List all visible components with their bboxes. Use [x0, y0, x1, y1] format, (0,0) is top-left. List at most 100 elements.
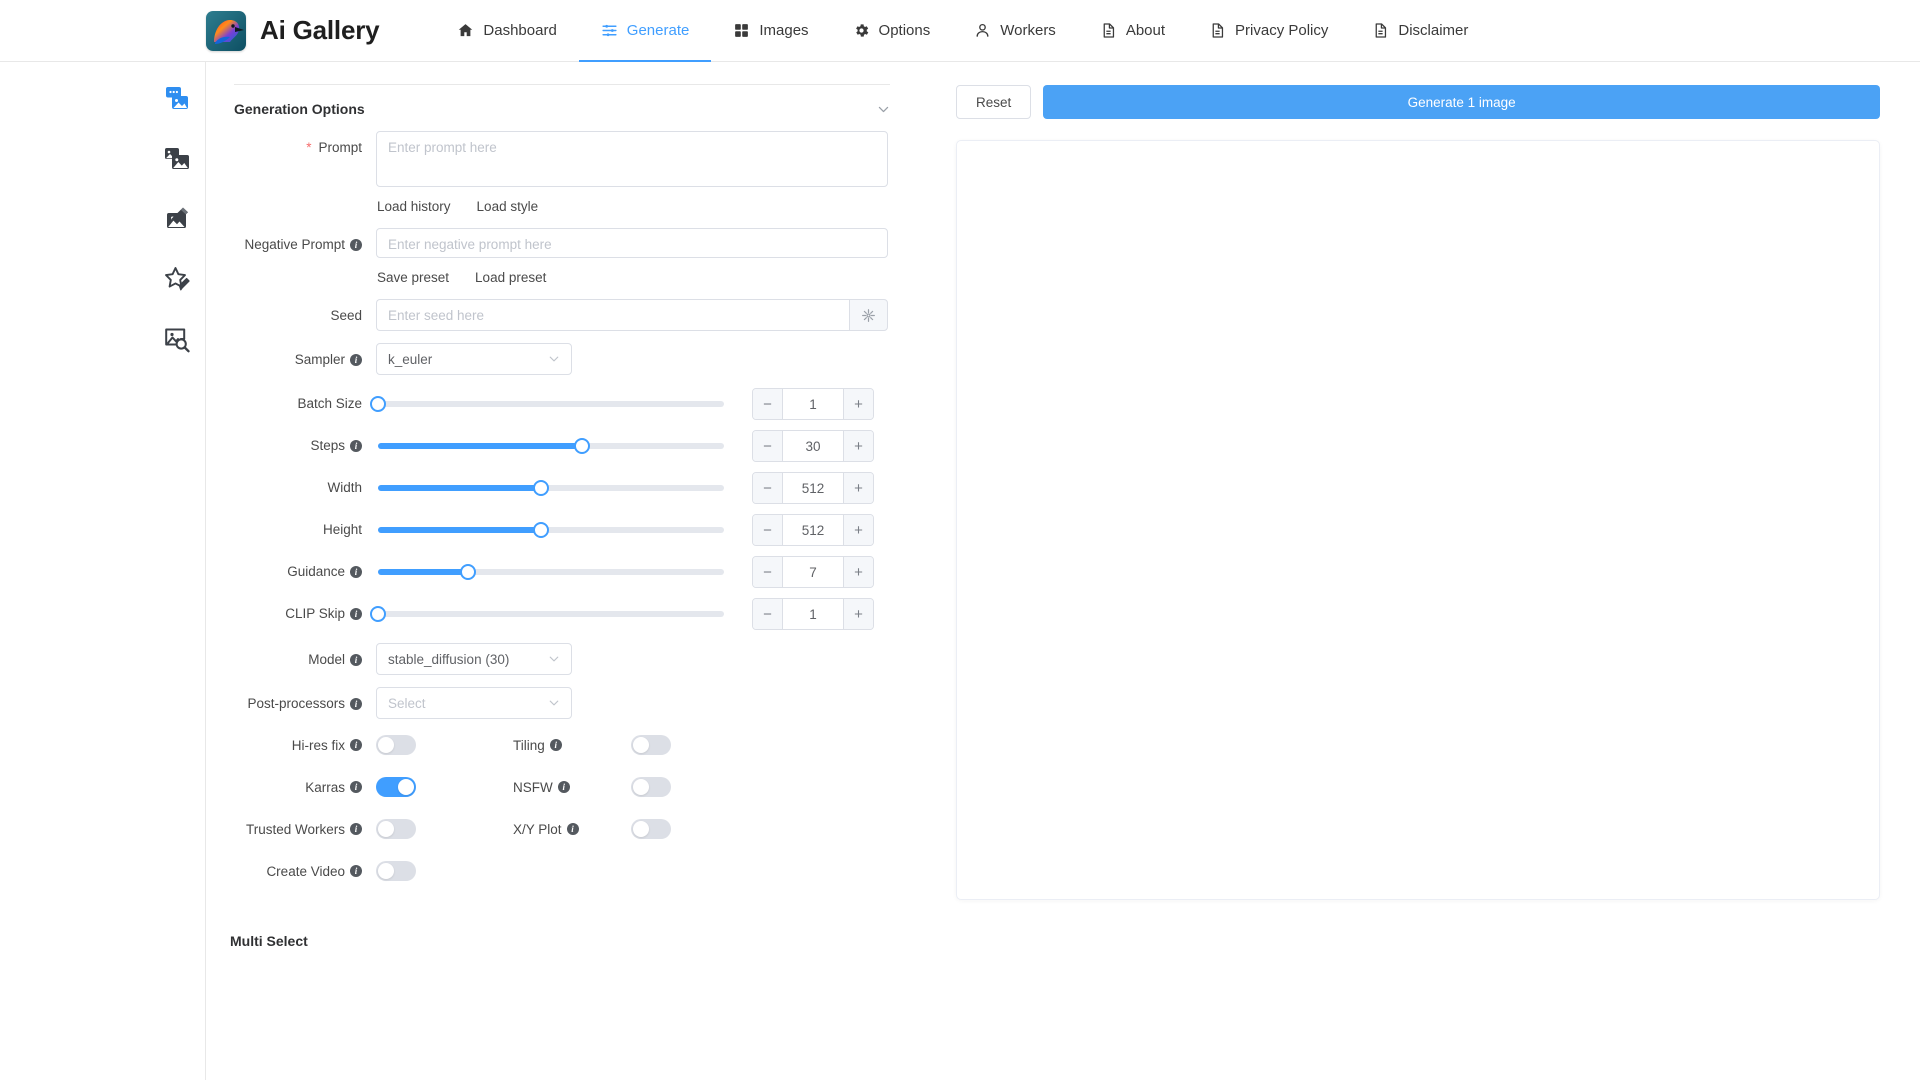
stacked-images-icon [164, 148, 189, 169]
info-icon[interactable]: i [350, 865, 362, 877]
sidebar-item-image-to-image[interactable] [160, 142, 194, 176]
prompt-input[interactable] [376, 131, 888, 187]
slider[interactable] [378, 471, 724, 505]
brand[interactable]: Ai Gallery [206, 10, 380, 51]
save-preset-button[interactable]: Save preset [377, 270, 449, 285]
negative-prompt-actions: Save preset Load preset [376, 270, 896, 285]
dice-random-icon[interactable] [849, 299, 888, 331]
trusted-workers-toggle[interactable] [376, 819, 416, 839]
stepper-decrement-button[interactable]: − [753, 431, 783, 461]
required-marker: * [306, 140, 312, 155]
info-icon[interactable]: i [350, 823, 362, 835]
info-icon[interactable]: i [350, 654, 362, 666]
slider[interactable] [378, 555, 724, 589]
nsfw-toggle[interactable] [631, 777, 671, 797]
stepper-decrement-button[interactable]: − [753, 557, 783, 587]
slider-track[interactable] [378, 522, 724, 538]
sidebar-item-interrogate[interactable] [160, 322, 194, 356]
stepper-decrement-button[interactable]: − [753, 599, 783, 629]
toggle-row: Create Video i [228, 861, 896, 881]
stepper-value[interactable]: 30 [783, 431, 843, 461]
seed-input[interactable] [376, 299, 849, 331]
chevron-down-icon[interactable] [877, 103, 890, 116]
nav-item-options[interactable]: Options [831, 0, 953, 62]
top-navigation-bar: Ai Gallery Dashboard Generate Images Opt… [0, 0, 1920, 62]
sampler-select[interactable]: k_euler [376, 343, 572, 375]
field-seed: Seed [228, 299, 896, 333]
sidebar-item-inpainting[interactable] [160, 202, 194, 236]
nav-item-generate[interactable]: Generate [578, 0, 712, 62]
info-icon[interactable]: i [566, 823, 579, 835]
nav-item-privacy-policy[interactable]: Privacy Policy [1187, 0, 1350, 62]
create-video-toggle[interactable] [376, 861, 416, 881]
sidebar-item-text-to-image[interactable] [160, 82, 194, 116]
slider-handle[interactable] [574, 438, 591, 454]
chevron-down-icon [548, 653, 560, 665]
sidebar-item-rating[interactable] [160, 262, 194, 296]
slider[interactable] [378, 429, 724, 463]
stepper-increment-button[interactable]: + [843, 389, 873, 419]
field-batch-size: Batch Size −1 + [228, 387, 896, 421]
slider[interactable] [378, 513, 724, 547]
nav-item-disclaimer[interactable]: Disclaimer [1350, 0, 1490, 62]
slider-handle[interactable] [532, 480, 549, 496]
info-icon[interactable]: i [350, 698, 362, 710]
slider-track[interactable] [378, 564, 724, 580]
slider-fill [378, 527, 541, 533]
load-style-button[interactable]: Load style [477, 199, 539, 214]
post-processors-select[interactable]: Select [376, 687, 572, 719]
load-preset-button[interactable]: Load preset [475, 270, 546, 285]
stepper-decrement-button[interactable]: − [753, 389, 783, 419]
nav-links: Dashboard Generate Images Options Worker… [435, 0, 1490, 62]
stepper-increment-button[interactable]: + [843, 473, 873, 503]
stepper-value[interactable]: 512 [783, 515, 843, 545]
info-icon[interactable]: i [350, 781, 362, 793]
load-history-button[interactable]: Load history [377, 199, 451, 214]
stepper-increment-button[interactable]: + [843, 431, 873, 461]
info-icon[interactable]: i [350, 239, 362, 251]
x-y-plot-toggle[interactable] [631, 819, 671, 839]
tiling-toggle[interactable] [631, 735, 671, 755]
karras-toggle[interactable] [376, 777, 416, 797]
nav-item-dashboard[interactable]: Dashboard [435, 0, 578, 62]
stepper-increment-button[interactable]: + [843, 557, 873, 587]
stepper-decrement-button[interactable]: − [753, 473, 783, 503]
toggle-row: Trusted Workers i X/Y Plot i [228, 819, 896, 839]
stepper-increment-button[interactable]: + [843, 599, 873, 629]
info-icon[interactable]: i [350, 354, 362, 366]
generation-options-header[interactable]: Generation Options [228, 85, 896, 131]
negative-prompt-input[interactable] [376, 228, 888, 258]
slider-handle[interactable] [370, 606, 386, 622]
slider-handle[interactable] [370, 396, 386, 412]
slider-track[interactable] [378, 480, 724, 496]
info-icon[interactable]: i [350, 608, 362, 620]
model-select[interactable]: stable_diffusion (30) [376, 643, 572, 675]
slider-track[interactable] [370, 606, 724, 622]
slider-handle[interactable] [459, 564, 476, 580]
stepper-value[interactable]: 512 [783, 473, 843, 503]
stepper-value[interactable]: 1 [783, 599, 843, 629]
slider-handle[interactable] [532, 522, 549, 538]
generate-button[interactable]: Generate 1 image [1043, 85, 1880, 119]
info-icon[interactable]: i [350, 566, 362, 578]
nav-label: About [1125, 22, 1166, 39]
slider[interactable] [370, 387, 724, 421]
slider[interactable] [370, 597, 724, 631]
stepper-value[interactable]: 7 [783, 557, 843, 587]
nav-item-images[interactable]: Images [711, 0, 830, 62]
slider-track[interactable] [378, 438, 724, 454]
info-icon[interactable]: i [557, 781, 570, 793]
info-icon[interactable]: i [549, 739, 562, 751]
nav-item-workers[interactable]: Workers [952, 0, 1078, 62]
stepper-value[interactable]: 1 [783, 389, 843, 419]
stepper-decrement-button[interactable]: − [753, 515, 783, 545]
info-icon[interactable]: i [350, 739, 362, 751]
hi-res-fix-toggle[interactable] [376, 735, 416, 755]
nav-item-about[interactable]: About [1078, 0, 1187, 62]
preview-column: Reset Generate 1 image [896, 72, 1920, 1080]
info-icon[interactable]: i [350, 440, 362, 452]
nav-label: Images [759, 22, 809, 39]
reset-button[interactable]: Reset [956, 85, 1032, 119]
slider-track[interactable] [370, 396, 724, 412]
stepper-increment-button[interactable]: + [843, 515, 873, 545]
